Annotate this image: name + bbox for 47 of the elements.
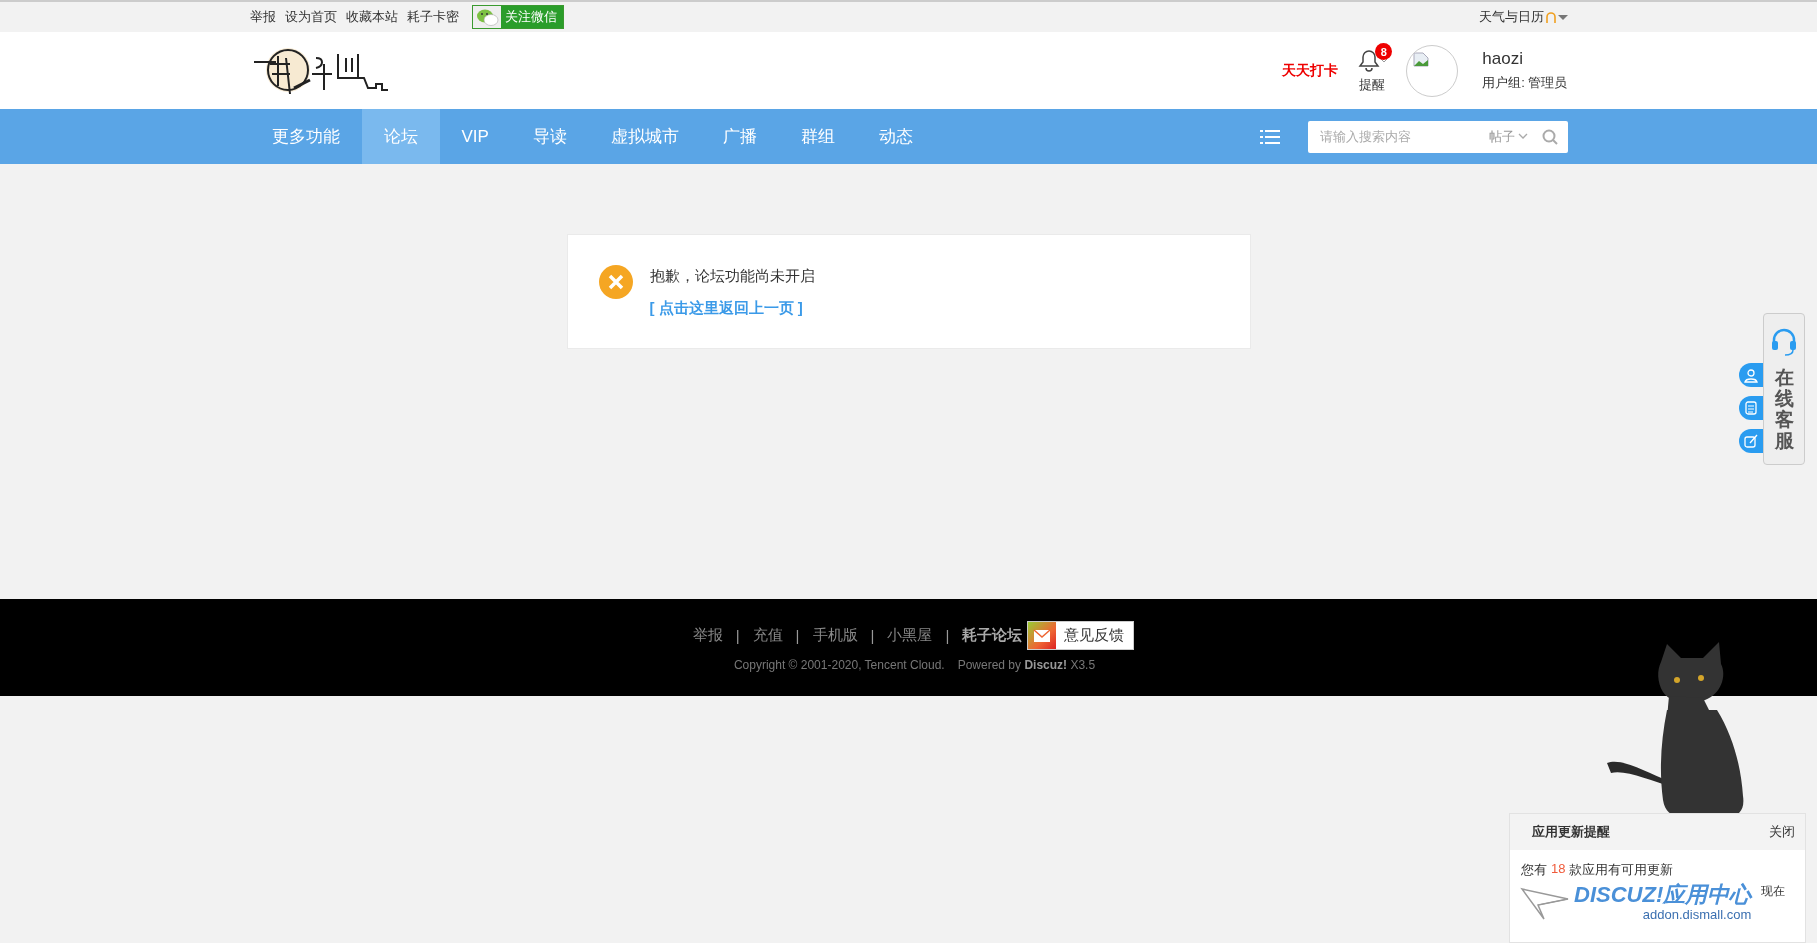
update-text: 您有 (1521, 861, 1547, 879)
notification-label: 提醒 (1359, 76, 1386, 94)
online-service-panel[interactable]: 在线客服 (1763, 313, 1805, 465)
footer-link[interactable]: 小黑屋 (887, 626, 933, 645)
error-icon (598, 265, 633, 299)
separator: | (795, 627, 800, 644)
document-icon[interactable] (1744, 400, 1758, 416)
user-group-label: 用户组: 管理员 (1482, 74, 1568, 92)
feedback-button[interactable]: 意见反馈 (1027, 621, 1135, 650)
weather-calendar-link[interactable]: 天气与日历 (1478, 8, 1544, 26)
daily-checkin-link[interactable]: 天天打卡 (1282, 61, 1339, 80)
update-text: 款应用有可用更新 (1569, 861, 1674, 879)
username-link[interactable]: haozi (1482, 49, 1568, 69)
wechat-icon (474, 7, 499, 27)
separator: | (945, 627, 950, 644)
footer-link[interactable]: 手机版 (812, 626, 858, 645)
top-link[interactable]: 收藏本站 (345, 8, 398, 26)
menu-icon[interactable] (1259, 128, 1280, 145)
separator: | (735, 627, 740, 644)
notification-count-badge: 8 (1375, 43, 1393, 60)
copyright-text: Copyright © 2001-2020, Tencent Cloud. (733, 658, 945, 672)
error-message: 抱歉，论坛功能尚未开启 (649, 267, 815, 286)
footer-link[interactable]: 举报 (692, 626, 723, 645)
online-service-label: 在线客服 (1774, 368, 1794, 452)
edit-icon[interactable] (1744, 433, 1758, 449)
update-count: 18 (1551, 861, 1566, 878)
powered-by-text: Powered by Discuz! X3.5 (957, 658, 1096, 672)
search-icon[interactable] (1541, 128, 1558, 145)
top-link[interactable]: 设为首页 (284, 8, 337, 26)
broken-image-icon (1413, 51, 1430, 67)
wechat-follow-button[interactable]: 关注微信 (471, 5, 564, 29)
footer-link[interactable]: 充值 (752, 626, 783, 645)
arch-icon (1545, 10, 1556, 24)
chevron-icon (1517, 133, 1528, 140)
bell-icon (1356, 47, 1389, 73)
top-link[interactable]: 举报 (249, 8, 276, 26)
update-now-link[interactable]: 现在 (1761, 883, 1786, 900)
close-link[interactable]: 关闭 (1769, 823, 1795, 841)
footer-link[interactable]: 耗子论坛 (962, 626, 1023, 645)
top-link[interactable]: 耗子卡密 (406, 8, 459, 26)
caret-icon (1557, 13, 1568, 21)
headset-icon (1770, 328, 1798, 358)
popup-title: 应用更新提醒 (1532, 823, 1610, 841)
person-icon[interactable] (1744, 367, 1758, 383)
app-center-banner[interactable]: DISCUZ!应用中心 addon.dismall.com (1574, 883, 1752, 922)
separator: | (870, 627, 875, 644)
envelope-icon (1033, 627, 1052, 644)
